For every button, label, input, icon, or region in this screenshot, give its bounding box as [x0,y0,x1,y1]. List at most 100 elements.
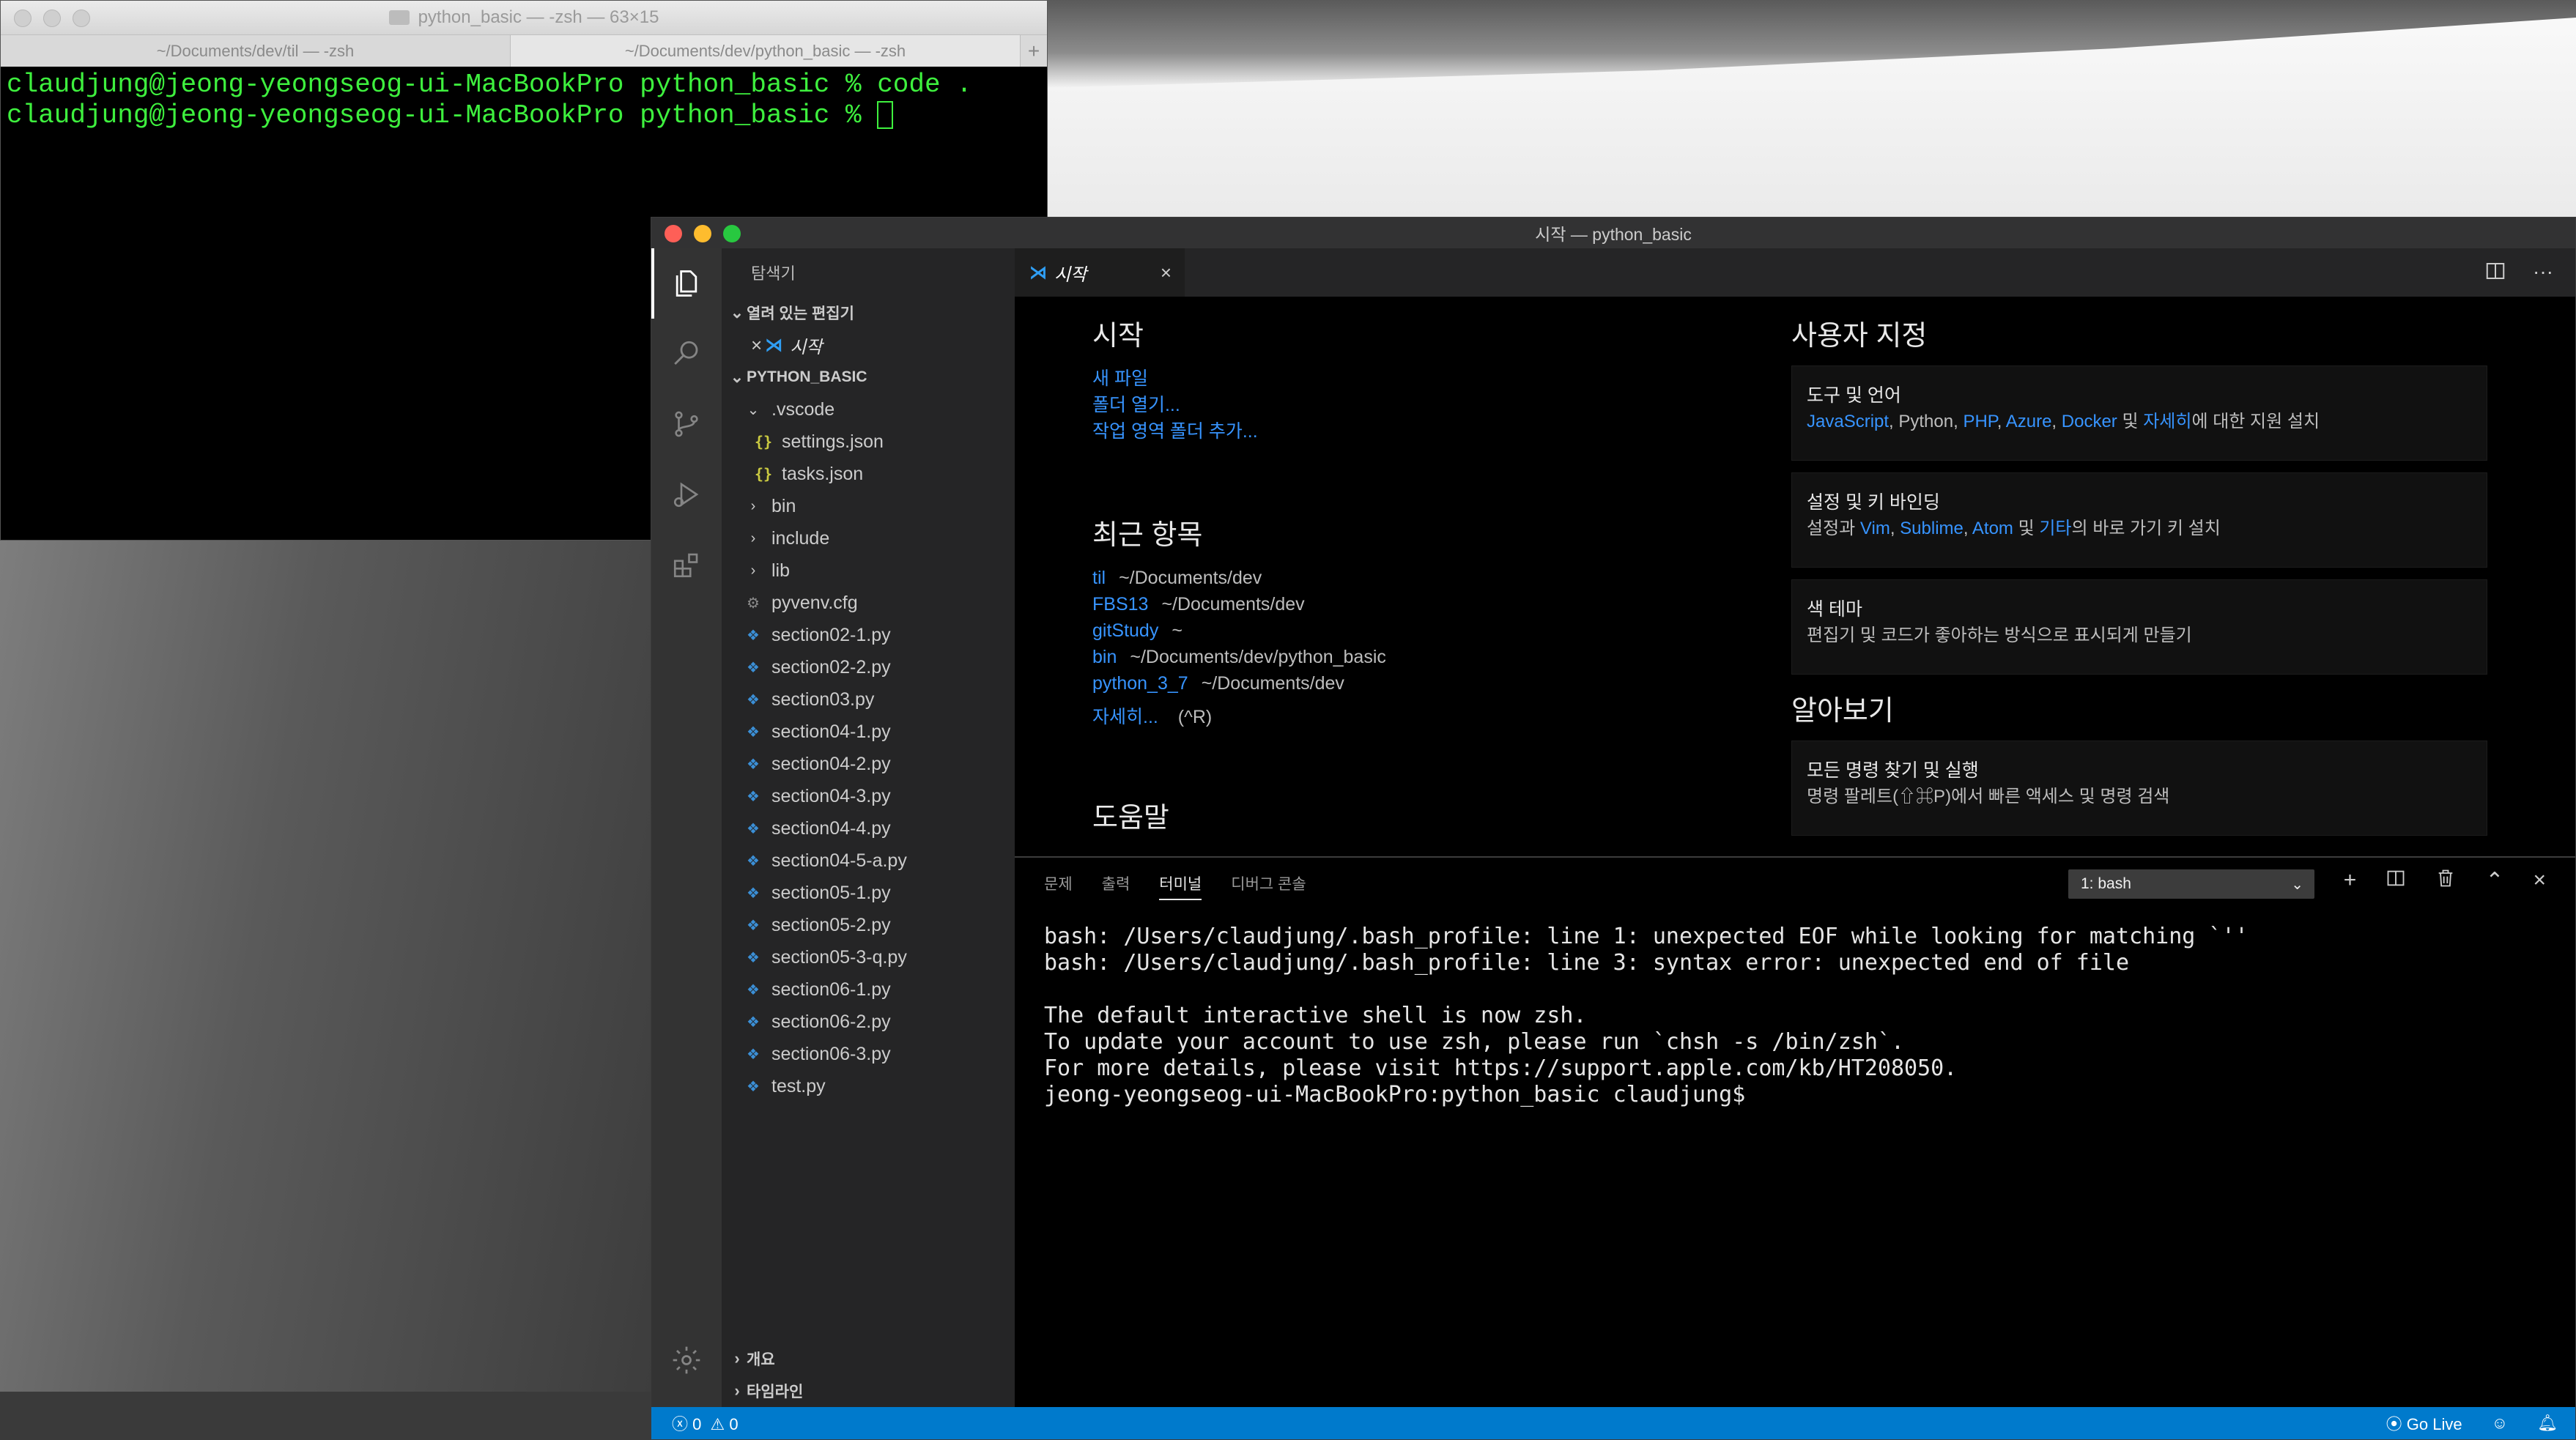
file-tree-item[interactable]: ❖ section05-1.py [722,877,1015,909]
file-tree-item[interactable]: ❖ section05-2.py [722,909,1015,941]
window-title: 시작 — python_basic [1535,225,1692,244]
run-debug-icon[interactable] [651,459,722,530]
card-text: 및 [2013,519,2040,538]
problems-status[interactable]: ⓧ 0 ⚠ 0 [672,1411,739,1435]
recent-item-link[interactable]: gitStudy [1092,620,1158,641]
card-link[interactable]: Atom [1972,519,2013,538]
terminal-tab[interactable]: ~/Documents/dev/python_basic — -zsh [511,35,1021,67]
file-tree-item[interactable]: ⚙ pyvenv.cfg [722,587,1015,619]
python-file-icon: ❖ [747,691,760,708]
tab-debug-console[interactable]: 디버그 콘솔 [1231,872,1306,894]
maximize-panel-icon[interactable]: ⌃ [2485,868,2503,894]
source-control-icon[interactable] [651,389,722,459]
tools-languages-card[interactable]: 도구 및 언어 JavaScript, Python, PHP, Azure, … [1791,365,2487,461]
file-tree-item[interactable]: ❖ section04-5-a.py [722,845,1015,877]
card-link[interactable]: Azure [2006,412,2052,431]
card-title: 색 테마 [1807,599,1862,620]
search-icon[interactable] [651,319,722,389]
terminal-output[interactable]: claudjung@jeong-yeongseog-ui-MacBookPro … [1,67,1047,134]
minimize-button[interactable] [43,10,61,27]
notifications-bell-icon[interactable]: 🔔︎ [2537,1414,2558,1433]
color-theme-card[interactable]: 색 테마 편집기 및 코드가 좋아하는 방식으로 표시되게 만들기 [1791,579,2487,675]
file-tree-item[interactable]: › include [722,522,1015,554]
python-file-icon: ❖ [747,627,760,644]
file-tree-item[interactable]: ❖ section05-3-q.py [722,941,1015,973]
file-tree-item[interactable]: › lib [722,554,1015,587]
integrated-terminal-output[interactable]: bash: /Users/claudjung/.bash_profile: li… [1015,909,2575,1123]
card-link[interactable]: 기타 [2039,519,2071,538]
more-actions-icon[interactable]: ··· [2533,260,2553,287]
file-tree-item[interactable]: ❖ section03.py [722,683,1015,716]
outline-header[interactable]: › 개요 [722,1343,1015,1375]
vscode-logo-icon: ⋊ [765,335,783,355]
split-editor-icon[interactable] [2484,260,2506,287]
terminal-select-dropdown[interactable]: 1: bash ⌄ [2068,869,2314,899]
minimize-button[interactable] [694,225,711,242]
file-tree-item[interactable]: ❖ section06-1.py [722,973,1015,1006]
terminal-line: claudjung@jeong-yeongseog-ui-MacBookPro … [7,100,1041,131]
card-link[interactable]: Vim [1860,519,1890,538]
terminal-titlebar[interactable]: python_basic — -zsh — 63×15 [1,1,1047,34]
terminal-tab[interactable]: ~/Documents/dev/til — -zsh [1,35,511,67]
timeline-header[interactable]: › 타임라인 [722,1375,1015,1407]
card-link[interactable]: Docker [2062,412,2117,431]
tab-problems[interactable]: 문제 [1044,872,1073,894]
file-tree-item[interactable]: ❖ section06-2.py [722,1006,1015,1038]
file-tree-item[interactable]: {} settings.json [722,426,1015,458]
folder-header[interactable]: ⌄ PYTHON_BASIC [722,361,1015,393]
split-terminal-icon[interactable] [2386,868,2406,894]
vscode-window[interactable]: 시작 — python_basic 탐색기 ⌄ 열려 있는 편집기 × ⋊ 시작… [651,217,2576,1440]
file-tree-item[interactable]: ❖ section02-1.py [722,619,1015,651]
extensions-icon[interactable] [651,530,722,600]
file-tree-item[interactable]: {} tasks.json [722,458,1015,490]
recent-item-link[interactable]: FBS13 [1092,594,1148,615]
file-tree-item[interactable]: ❖ section04-3.py [722,780,1015,812]
file-tree-item[interactable]: ❖ section04-4.py [722,812,1015,845]
explorer-icon[interactable] [651,248,722,319]
close-button[interactable] [665,225,682,242]
go-live-button[interactable]: ⦿ Go Live [2386,1411,2462,1435]
file-tree-item[interactable]: ❖ section04-1.py [722,716,1015,748]
open-editors-header[interactable]: ⌄ 열려 있는 편집기 [722,297,1015,329]
file-tree-item[interactable]: ❖ section04-2.py [722,748,1015,780]
new-tab-button[interactable]: + [1021,35,1047,67]
feedback-icon[interactable]: ☺ [2492,1414,2508,1433]
recent-item-link[interactable]: bin [1092,647,1117,667]
zoom-button[interactable] [73,10,90,27]
open-editor-item[interactable]: × ⋊ 시작 [722,329,1015,361]
tab-output[interactable]: 출력 [1102,872,1130,894]
file-tree-item[interactable]: ⌄ .vscode [722,393,1015,426]
tab-terminal[interactable]: 터미널 [1159,872,1202,900]
recent-item-path: ~/Documents/dev [1161,594,1305,615]
file-tree-item[interactable]: ❖ section02-2.py [722,651,1015,683]
command-palette-card[interactable]: 모든 명령 찾기 및 실행 명령 팔레트(⇧⌘P)에서 빠른 액세스 및 명령 … [1791,741,2487,836]
card-link[interactable]: Sublime [1900,519,1964,538]
card-link[interactable]: PHP [1963,412,1996,431]
manage-gear-icon[interactable] [651,1325,722,1395]
tab-label: 시작 [1054,264,1087,285]
new-file-link[interactable]: 새 파일 [1092,365,1752,392]
tab-welcome[interactable]: ⋊ 시작 × [1015,248,1185,297]
close-icon[interactable]: × [751,334,762,357]
card-link[interactable]: JavaScript [1807,412,1889,431]
recent-item-link[interactable]: python_3_7 [1092,673,1188,694]
card-text: , Python, [1889,412,1964,431]
recent-item-link[interactable]: til [1092,568,1106,588]
file-tree-item[interactable]: › bin [722,490,1015,522]
file-tree-item[interactable]: ❖ section06-3.py [722,1038,1015,1070]
trash-icon[interactable] [2435,868,2456,894]
close-button[interactable] [14,10,32,27]
file-tree-label: section06-3.py [771,1043,891,1064]
more-link[interactable]: 자세히... [1092,707,1158,727]
card-link[interactable]: 자세히 [2143,412,2191,431]
open-folder-link[interactable]: 폴더 열기... [1092,392,1752,418]
file-tree-item[interactable]: ❖ test.py [722,1070,1015,1102]
zoom-button[interactable] [723,225,741,242]
close-panel-icon[interactable]: × [2533,868,2546,894]
vscode-titlebar[interactable]: 시작 — python_basic [651,218,2575,248]
new-terminal-icon[interactable]: + [2344,868,2357,894]
settings-keybindings-card[interactable]: 설정 및 키 바인딩 설정과 Vim, Sublime, Atom 및 기타의 … [1791,472,2487,568]
add-workspace-folder-link[interactable]: 작업 영역 폴더 추가... [1092,418,1752,445]
card-description: JavaScript, Python, PHP, Azure, Docker 및… [1807,409,2472,435]
close-icon[interactable]: × [1161,261,1172,284]
